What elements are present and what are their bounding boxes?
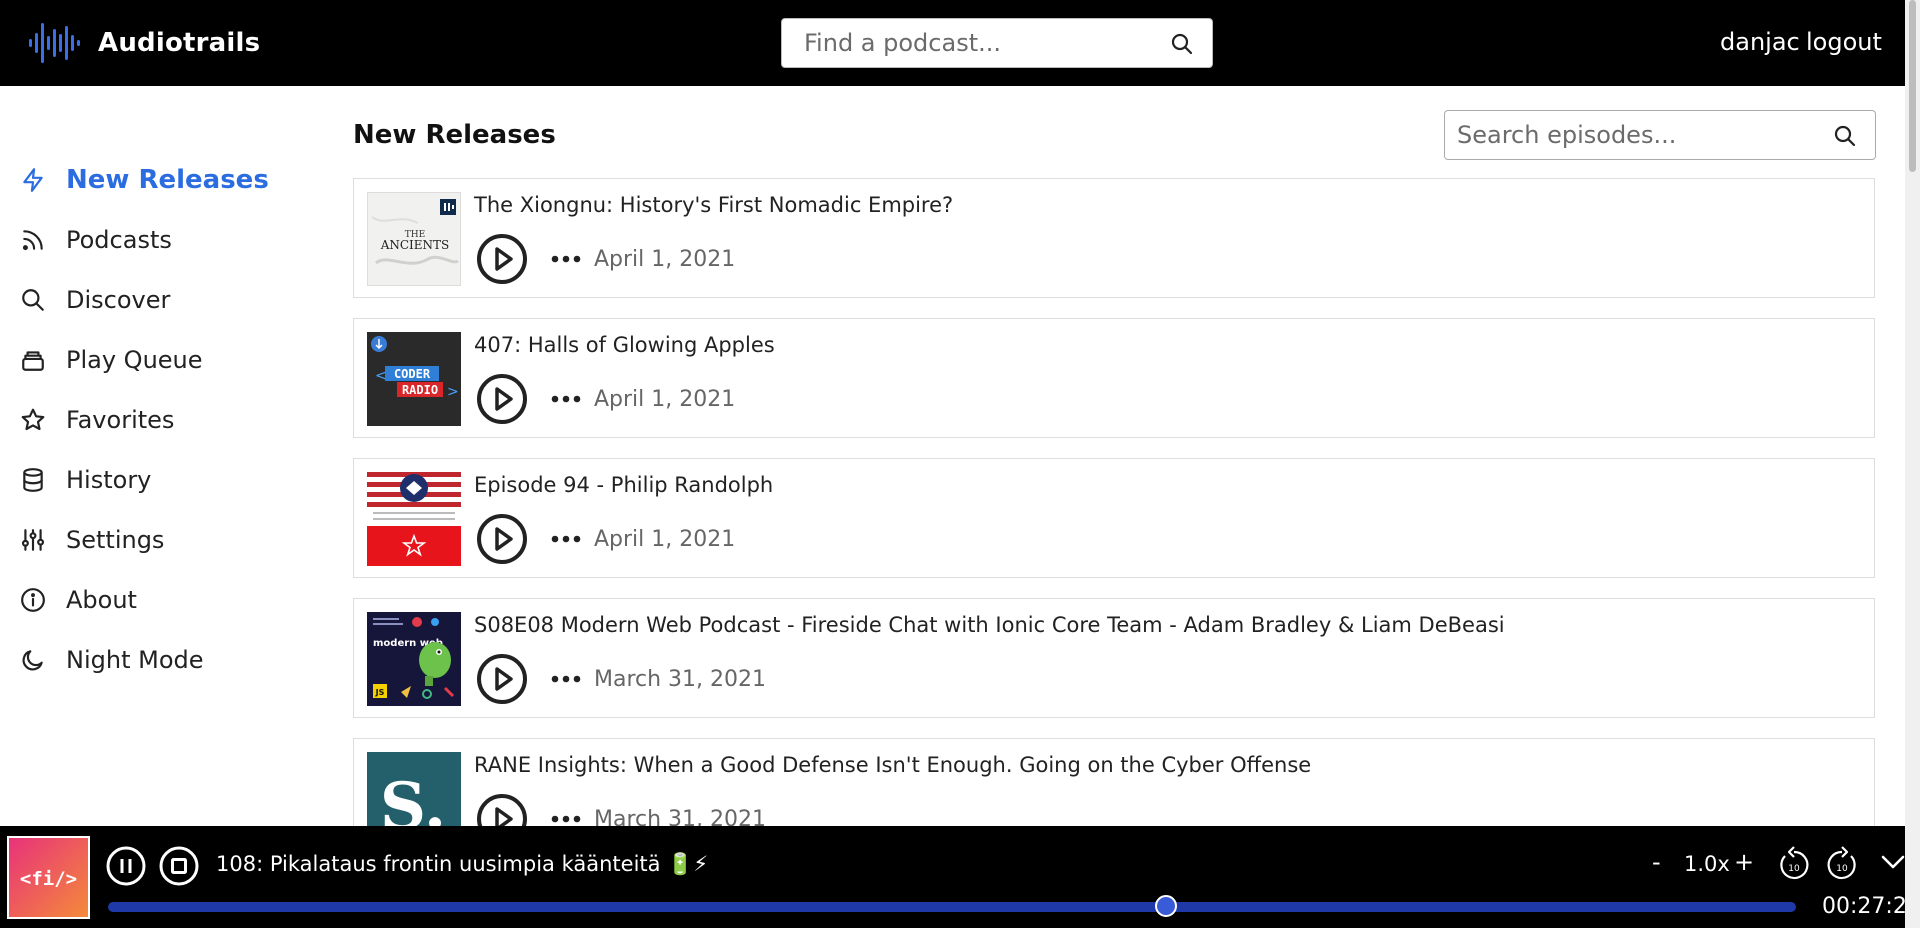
moon-icon xyxy=(20,647,46,673)
episode-cover-image[interactable]: modern web JS xyxy=(367,612,461,706)
lightning-icon xyxy=(20,167,46,193)
sidebar-item-podcasts[interactable]: Podcasts xyxy=(0,210,320,270)
podcast-search-input[interactable] xyxy=(804,29,1144,57)
svg-text:<fi/>: <fi/> xyxy=(20,868,77,890)
progress-handle[interactable] xyxy=(1155,895,1178,917)
sliders-icon xyxy=(20,527,46,553)
podcast-search xyxy=(781,18,1213,68)
svg-text:RADIO: RADIO xyxy=(402,383,438,397)
sidebar-item-label: Play Queue xyxy=(66,346,203,374)
episode-date: April 1, 2021 xyxy=(594,247,736,272)
audio-player-bar: <fi/> 108: Pikalataus frontin uusimpia k… xyxy=(0,826,1920,928)
episode-cover-image[interactable]: < > CODER RADIO xyxy=(367,332,461,426)
episode-date: April 1, 2021 xyxy=(594,387,736,412)
episode-item: modern web JS S08E08 Modern Web Podcast … xyxy=(353,598,1875,718)
play-icon[interactable] xyxy=(476,233,528,285)
episode-title[interactable]: S08E08 Modern Web Podcast - Fireside Cha… xyxy=(474,613,1505,637)
scrollbar-thumb[interactable] xyxy=(1909,0,1916,172)
fi-podcast-cover-art: <fi/> xyxy=(9,838,88,917)
rss-icon xyxy=(20,227,46,253)
database-icon xyxy=(20,467,46,493)
app-name: Audiotrails xyxy=(98,28,261,58)
progress-bar[interactable] xyxy=(108,895,1796,917)
forward-10-icon[interactable]: 10 xyxy=(1824,844,1860,884)
more-options-icon[interactable] xyxy=(550,389,582,409)
episode-title[interactable]: RANE Insights: When a Good Defense Isn't… xyxy=(474,753,1311,777)
episode-title[interactable]: The Xiongnu: History's First Nomadic Emp… xyxy=(474,193,953,217)
sidebar-item-label: Night Mode xyxy=(66,646,204,674)
queue-icon xyxy=(20,347,46,373)
now-playing-cover-image[interactable]: <fi/> xyxy=(7,836,90,919)
sidebar: New Releases Podcasts Discover Play Queu… xyxy=(0,150,320,690)
sidebar-item-about[interactable]: About xyxy=(0,570,320,630)
sidebar-item-new-releases[interactable]: New Releases xyxy=(0,150,320,210)
svg-text:CODER: CODER xyxy=(394,367,431,381)
sidebar-item-label: History xyxy=(66,466,152,494)
logout-link[interactable]: logout xyxy=(1806,28,1882,56)
episode-item: THE ANCIENTS The Xiongnu: History's Firs… xyxy=(353,178,1875,298)
episode-item: < > CODER RADIO 407: Halls of Glowing Ap… xyxy=(353,318,1875,438)
page-title: New Releases xyxy=(353,120,556,150)
search-icon xyxy=(20,287,46,313)
episode-title[interactable]: 407: Halls of Glowing Apples xyxy=(474,333,775,357)
svg-text:JS: JS xyxy=(375,688,385,697)
svg-text:ANCIENTS: ANCIENTS xyxy=(380,238,450,252)
search-icon[interactable] xyxy=(1833,124,1857,148)
modern-web-cover-art: modern web JS xyxy=(373,617,455,699)
more-options-icon[interactable] xyxy=(550,249,582,269)
sidebar-item-night-mode[interactable]: Night Mode xyxy=(0,630,320,690)
search-icon[interactable] xyxy=(1170,32,1194,56)
svg-text:10: 10 xyxy=(1836,864,1848,874)
sidebar-item-play-queue[interactable]: Play Queue xyxy=(0,330,320,390)
info-icon xyxy=(20,587,46,613)
username-link[interactable]: danjac xyxy=(1720,28,1800,56)
soundwave-logo-icon xyxy=(29,23,80,63)
more-options-icon[interactable] xyxy=(550,529,582,549)
speed-increase-button[interactable]: + xyxy=(1734,848,1754,876)
top-navbar: Audiotrails danjac logout xyxy=(0,0,1920,86)
episode-title[interactable]: Episode 94 - Philip Randolph xyxy=(474,473,773,497)
episode-search-input[interactable] xyxy=(1457,121,1817,149)
episode-date: April 1, 2021 xyxy=(594,527,736,552)
the-ancients-cover-art: THE ANCIENTS xyxy=(371,199,459,265)
svg-text:<: < xyxy=(375,368,387,384)
pause-icon[interactable] xyxy=(106,846,146,886)
now-playing-title: 108: Pikalataus frontin uusimpia kääntei… xyxy=(216,852,709,876)
rewind-10-icon[interactable]: 10 xyxy=(1776,844,1812,884)
episode-cover-image[interactable]: THE ANCIENTS xyxy=(367,192,461,286)
play-icon[interactable] xyxy=(476,373,528,425)
episode-search xyxy=(1444,110,1876,160)
sidebar-item-settings[interactable]: Settings xyxy=(0,510,320,570)
star-icon xyxy=(20,407,46,433)
speed-decrease-button[interactable]: - xyxy=(1652,848,1661,876)
svg-text:>: > xyxy=(447,384,459,400)
chevron-down-icon[interactable] xyxy=(1880,852,1906,872)
coder-radio-cover-art: < > CODER RADIO xyxy=(371,336,459,400)
sidebar-item-label: Discover xyxy=(66,286,171,314)
episode-date: March 31, 2021 xyxy=(594,667,767,692)
sidebar-item-history[interactable]: History xyxy=(0,450,320,510)
sidebar-item-label: New Releases xyxy=(66,165,269,195)
sidebar-item-label: Settings xyxy=(66,526,165,554)
stop-icon[interactable] xyxy=(159,846,199,886)
more-options-icon[interactable] xyxy=(550,669,582,689)
sidebar-item-label: About xyxy=(66,586,137,614)
playback-speed: 1.0x xyxy=(1684,852,1730,876)
sidebar-item-discover[interactable]: Discover xyxy=(0,270,320,330)
play-icon[interactable] xyxy=(476,513,528,565)
sidebar-item-favorites[interactable]: Favorites xyxy=(0,390,320,450)
cold-war-flag-cover-art xyxy=(367,472,461,566)
episode-cover-image[interactable] xyxy=(367,472,461,566)
svg-text:10: 10 xyxy=(1788,864,1800,874)
sidebar-item-label: Podcasts xyxy=(66,226,172,254)
play-icon[interactable] xyxy=(476,653,528,705)
brand[interactable]: Audiotrails xyxy=(28,20,260,66)
sidebar-item-label: Favorites xyxy=(66,406,175,434)
episode-item: Episode 94 - Philip Randolph April 1, 20… xyxy=(353,458,1875,578)
